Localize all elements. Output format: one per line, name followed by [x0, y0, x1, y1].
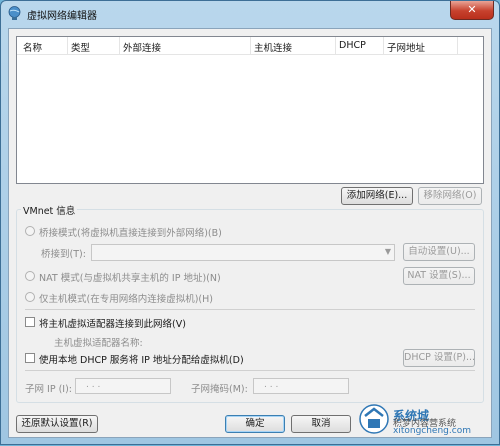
nat-settings-button[interactable]: NAT 设置(S)...	[403, 267, 475, 285]
subnet-mask-label: 子网掩码(M):	[191, 384, 248, 395]
close-button[interactable]: ✕	[450, 1, 494, 20]
auto-settings-button[interactable]: 自动设置(U)...	[403, 243, 475, 261]
adapter-name-label: 主机虚拟适配器名称:	[54, 338, 143, 349]
bridged-label: 桥接模式(将虚拟机直接连接到外部网络)(B)	[39, 228, 222, 239]
remove-network-button[interactable]: 移除网络(O)	[418, 187, 482, 205]
network-list[interactable]: 名称 类型 外部连接 主机连接 DHCP 子网地址	[16, 36, 484, 184]
connect-adapter-label: 将主机虚拟适配器连接到此网络(V)	[39, 319, 186, 330]
host-only-radio[interactable]	[25, 292, 35, 302]
title-bar[interactable]: 虚拟网络编辑器 ✕	[1, 1, 499, 27]
nat-label: NAT 模式(与虚拟机共享主机的 IP 地址)(N)	[39, 273, 221, 284]
bridged-to-select[interactable]: ▼	[91, 244, 395, 261]
list-header: 名称 类型 外部连接 主机连接 DHCP 子网地址	[17, 37, 483, 55]
column-host[interactable]: 主机连接	[254, 40, 292, 54]
cancel-button[interactable]: 取消	[291, 415, 351, 433]
virtual-network-editor-window: 虚拟网络编辑器 ✕ 名称 类型 外部连接 主机连接 DHCP 子网地址 添加网络…	[0, 0, 500, 445]
watermark-logo-icon	[359, 404, 389, 434]
column-subnet[interactable]: 子网地址	[387, 40, 425, 54]
divider	[25, 370, 475, 371]
site-watermark: 系统城 xitongcheng.com 积梦内容营系统	[353, 396, 500, 446]
subnet-ip-label: 子网 IP (I):	[25, 384, 72, 395]
ok-button[interactable]: 确定	[225, 415, 285, 433]
restore-defaults-button[interactable]: 还原默认设置(R)	[16, 415, 98, 433]
watermark-overlay-text: 积梦内容营系统	[393, 419, 457, 429]
column-dhcp[interactable]: DHCP	[339, 40, 366, 51]
connect-adapter-checkbox[interactable]	[25, 317, 35, 327]
bridged-to-label: 桥接到(T):	[41, 249, 86, 260]
subnet-ip-input[interactable]: . . .	[75, 378, 171, 394]
nat-radio[interactable]	[25, 271, 35, 281]
column-name[interactable]: 名称	[23, 40, 42, 54]
subnet-mask-input[interactable]: . . .	[253, 378, 349, 394]
bridged-radio[interactable]	[25, 226, 35, 236]
close-icon: ✕	[467, 3, 477, 16]
divider	[25, 309, 475, 310]
app-globe-icon	[8, 6, 21, 20]
column-type[interactable]: 类型	[71, 40, 90, 54]
column-external[interactable]: 外部连接	[123, 40, 161, 54]
dialog-body: 名称 类型 外部连接 主机连接 DHCP 子网地址 添加网络(E)... 移除网…	[8, 28, 492, 438]
host-only-label: 仅主机模式(在专用网络内连接虚拟机)(H)	[39, 294, 213, 305]
chevron-down-icon: ▼	[384, 247, 391, 256]
window-title: 虚拟网络编辑器	[27, 11, 97, 22]
dhcp-settings-button[interactable]: DHCP 设置(P)...	[403, 349, 475, 367]
use-dhcp-label: 使用本地 DHCP 服务将 IP 地址分配给虚拟机(D)	[39, 355, 244, 366]
use-dhcp-checkbox[interactable]	[25, 353, 35, 363]
vmnet-info-title: VMnet 信息	[21, 203, 78, 217]
add-network-button[interactable]: 添加网络(E)...	[341, 187, 413, 205]
